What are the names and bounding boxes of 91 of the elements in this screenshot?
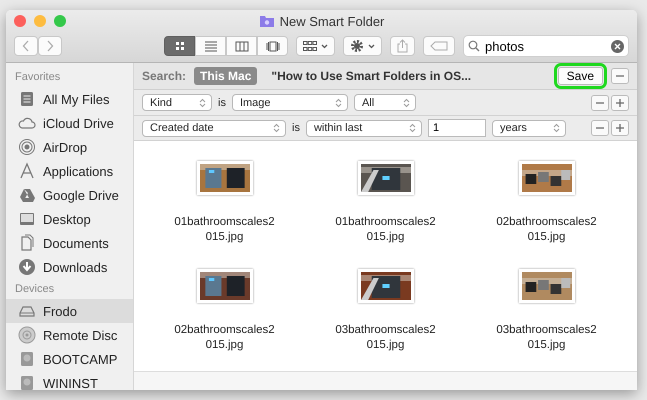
- caret-icon: [368, 44, 375, 48]
- grid-icon: [303, 40, 317, 52]
- sidebar-item-label: AirDrop: [43, 140, 88, 154]
- sidebar-item-label: Documents: [43, 236, 109, 250]
- desktop-icon: [18, 210, 36, 228]
- chevron-right-icon: [46, 40, 54, 52]
- remove-button[interactable]: [591, 120, 609, 136]
- search-input[interactable]: photos: [485, 38, 606, 54]
- sidebar-item[interactable]: All My Files: [6, 87, 133, 111]
- sidebar-item[interactable]: AirDrop: [6, 135, 133, 159]
- sidebar-heading: Favorites: [14, 70, 62, 85]
- remove-button[interactable]: [611, 68, 629, 84]
- sidebar-item-label: Google Drive: [43, 188, 119, 202]
- thumbnail-frame[interactable]: [196, 269, 252, 304]
- sidebar-item-label: iCloud Drive: [43, 116, 114, 130]
- downloads-icon: [18, 258, 36, 276]
- condition-popup[interactable]: within last: [306, 120, 422, 137]
- sidebar-item[interactable]: WININST: [6, 371, 133, 390]
- stepper-arrows-icon: [199, 98, 206, 108]
- sidebar-item-label: Applications: [43, 164, 114, 178]
- window-title: New Smart Folder: [280, 14, 384, 28]
- sidebar-item[interactable]: Remote Disc: [6, 323, 133, 347]
- stepper-arrows-icon: [408, 123, 416, 134]
- minus-icon: [616, 75, 624, 78]
- minus-icon: [596, 102, 604, 104]
- airdrop-icon: [18, 138, 36, 156]
- file-name: 03bathroomscales2015.jpg: [495, 323, 598, 354]
- search-label: Search:: [142, 69, 186, 84]
- add-button[interactable]: [611, 120, 629, 136]
- stepper-arrows-icon: [402, 98, 410, 108]
- coverflow-view-icon: [266, 40, 280, 52]
- sidebar-item[interactable]: Downloads: [6, 255, 133, 279]
- sidebar-item[interactable]: Google Drive: [6, 183, 133, 207]
- stepper-arrows-icon: [334, 98, 342, 108]
- thumbnail-frame[interactable]: [358, 269, 414, 304]
- sidebar-item[interactable]: Documents: [6, 231, 133, 255]
- value-popup[interactable]: Image: [232, 94, 348, 112]
- sidebar-item-label: Frodo: [43, 304, 77, 318]
- sidebar-heading: Devices: [14, 282, 56, 297]
- search-scope[interactable]: "How to Use Smart Folders in OS...: [265, 67, 478, 86]
- thumbnail-frame[interactable]: [518, 161, 574, 196]
- sidebar-item-label: Downloads: [43, 260, 108, 274]
- action-button[interactable]: [343, 36, 382, 56]
- remove-button[interactable]: [591, 94, 609, 111]
- thumbnail-frame[interactable]: [518, 269, 574, 304]
- sidebar-item[interactable]: iCloud Drive: [6, 111, 133, 135]
- sidebar-item[interactable]: Desktop: [6, 207, 133, 231]
- stepper-arrows-icon: [552, 123, 560, 134]
- file-name: 02bathroomscales2015.jpg: [173, 323, 276, 354]
- arrange-button[interactable]: [296, 36, 335, 56]
- search-field[interactable]: photos: [463, 35, 629, 57]
- apps-icon: [18, 162, 36, 180]
- attribute-popup[interactable]: Kind: [142, 94, 212, 112]
- sidebar-item-label: All My Files: [43, 92, 110, 106]
- search-icon: [468, 40, 480, 52]
- minus-icon: [596, 127, 604, 130]
- attribute-popup[interactable]: Created date: [142, 120, 286, 137]
- sidebar-item[interactable]: BOOTCAMP: [6, 347, 133, 371]
- sidebar-item-label: WININST: [43, 376, 98, 390]
- unit-popup[interactable]: years: [492, 120, 566, 137]
- tag-icon: [430, 41, 448, 51]
- number-field[interactable]: 1: [428, 119, 486, 138]
- view-mode-button[interactable]: [164, 36, 195, 56]
- sidebar-item[interactable]: Applications: [6, 159, 133, 183]
- sidebar-item-label: Remote Disc: [43, 328, 118, 342]
- sidebar-item[interactable]: Frodo: [6, 299, 133, 323]
- add-button[interactable]: [611, 94, 629, 111]
- gear-icon: [350, 39, 364, 53]
- disc-icon: [18, 326, 36, 344]
- subtype-popup[interactable]: All: [354, 94, 416, 112]
- columns-view-icon: [234, 40, 248, 52]
- plus-icon: [616, 124, 624, 132]
- share-icon: [397, 39, 408, 53]
- smart-folder-icon: [258, 14, 275, 28]
- operator-label: is: [292, 122, 300, 134]
- stepper-arrows-icon: [273, 123, 280, 134]
- chevron-left-icon: [22, 40, 30, 52]
- list-view-icon: [204, 40, 218, 52]
- plus-icon: [616, 98, 624, 107]
- sidebar-item-label: BOOTCAMP: [43, 352, 118, 366]
- caret-icon: [321, 44, 328, 48]
- thumbnail-frame[interactable]: [358, 161, 414, 196]
- file-name: 01bathroomscales2015.jpg: [173, 215, 276, 246]
- sidebar-item-label: Desktop: [43, 212, 91, 226]
- file-name: 02bathroomscales2015.jpg: [495, 215, 598, 246]
- file-name: 01bathroomscales2015.jpg: [334, 215, 437, 246]
- operator-label: is: [218, 96, 226, 109]
- clear-icon[interactable]: [611, 40, 624, 52]
- files-icon: [18, 90, 36, 108]
- file-name: 03bathroomscales2015.jpg: [334, 323, 437, 354]
- thumbnail-frame[interactable]: [196, 161, 252, 196]
